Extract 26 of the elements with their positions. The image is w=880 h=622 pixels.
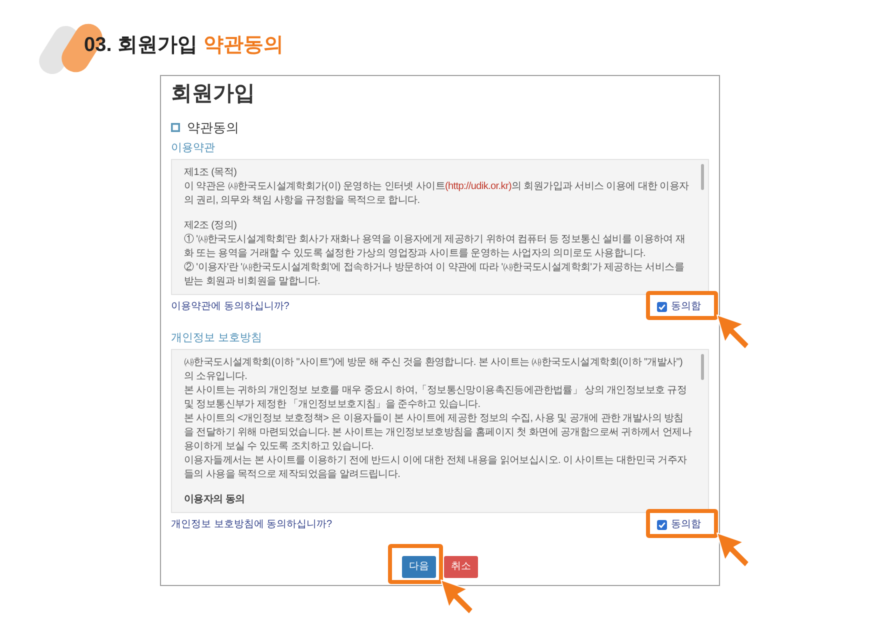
section-title: 약관동의 bbox=[187, 120, 239, 136]
terms-paragraph: 이용자의 동의 bbox=[184, 493, 246, 508]
terms-paragraph: ① '㈔한국도시설계학회'란 회사가 재화나 용역을 이용자에게 제공하기 위하여 컴퓨터 등 정보통신 설비를 이용하여 재화 또는 용역을 거래할 수 있도록 설정한 가상의 영업장과 사이트를 운영하는 사업자의 의미로도 사용합니다. bbox=[184, 233, 686, 262]
agreement-heading: 개인정보 보호방침 bbox=[171, 331, 264, 346]
terms-paragraph: 본 사이트의 <개인정보 보호정책> 은 이용자들이 본 사이트에 제공한 정보의 수집, 사용 및 공개에 관한 개발사의 방침을 전달하기 위해 마련되었습니다. 본 사이트는 개인정보보호방침을 홈페이지 첫 화면에 공개함으로써 귀하께서 언제나 용이하게 보실 수 있도록 조치하고 있습니다. bbox=[184, 412, 692, 454]
form-title: 회원가입 bbox=[171, 81, 256, 106]
square-bullet-icon bbox=[171, 123, 180, 132]
agreement-heading: 이용약관 bbox=[171, 140, 216, 156]
agreement-question: 이용약관에 동의하십니까? bbox=[171, 300, 290, 314]
terms-paragraph: 제2조 (정의) bbox=[184, 219, 238, 234]
scrollbar-thumb[interactable] bbox=[701, 164, 704, 190]
terms-paragraph: 이 약관은 ㈔한국도시설계학회가(이) 운영하는 인터넷 사이트(http://udik.or.kr)의 회원가입과 서비스 이용에 대한 이용자의 권리, 의무와 책임 사항을 규정함을 목적으로 합니다. bbox=[184, 180, 690, 208]
scrollbar-thumb[interactable] bbox=[701, 354, 704, 380]
agree-label[interactable]: 동의함 bbox=[671, 518, 701, 532]
terms-paragraph: ㈔한국도시설계학회(이하 "사이트")에 방문 해 주신 것을 환영합니다. 본 사이트는 ㈔한국도시설계학회(이하 "개발사")의 소유입니다. bbox=[184, 356, 684, 384]
terms-paragraph: 제1조 (목적) bbox=[184, 166, 238, 180]
site-link[interactable]: (http://udik.or.kr) bbox=[444, 181, 512, 192]
terms-paragraph: ② '이용자'란 '㈔한국도시설계학회'에 접속하거나 방문하여 이 약관에 따라 '㈔한국도시설계학회'가 제공하는 서비스를 받는 회원과 비회원을 말합니다. bbox=[184, 261, 686, 290]
agree-checkbox[interactable] bbox=[657, 520, 667, 530]
agree-label[interactable]: 동의함 bbox=[671, 300, 701, 314]
agree-checkbox[interactable] bbox=[657, 302, 667, 312]
terms-paragraph: 본 사이트는 귀하의 개인정보 보호를 매우 중요시 하여,「정보통신망이용촉진등에관한법률」 상의 개인정보보호 규정 및 정보통신부가 제정한 「개인정보보호지침」을 준수하고 있습니다. bbox=[184, 384, 688, 412]
terms-paragraph: 이용자들께서는 본 사이트를 이용하기 전에 반드시 이에 대한 전체 내용을 읽어보십시오. 이 사이트는 대한민국 거주자들의 사용을 목적으로 제작되었음을 알려드립니다. bbox=[184, 454, 688, 482]
cancel-button[interactable]: 취소 bbox=[444, 556, 478, 578]
agreement-question: 개인정보 보호방침에 동의하십니까? bbox=[171, 518, 332, 532]
next-button[interactable]: 다음 bbox=[402, 556, 436, 578]
